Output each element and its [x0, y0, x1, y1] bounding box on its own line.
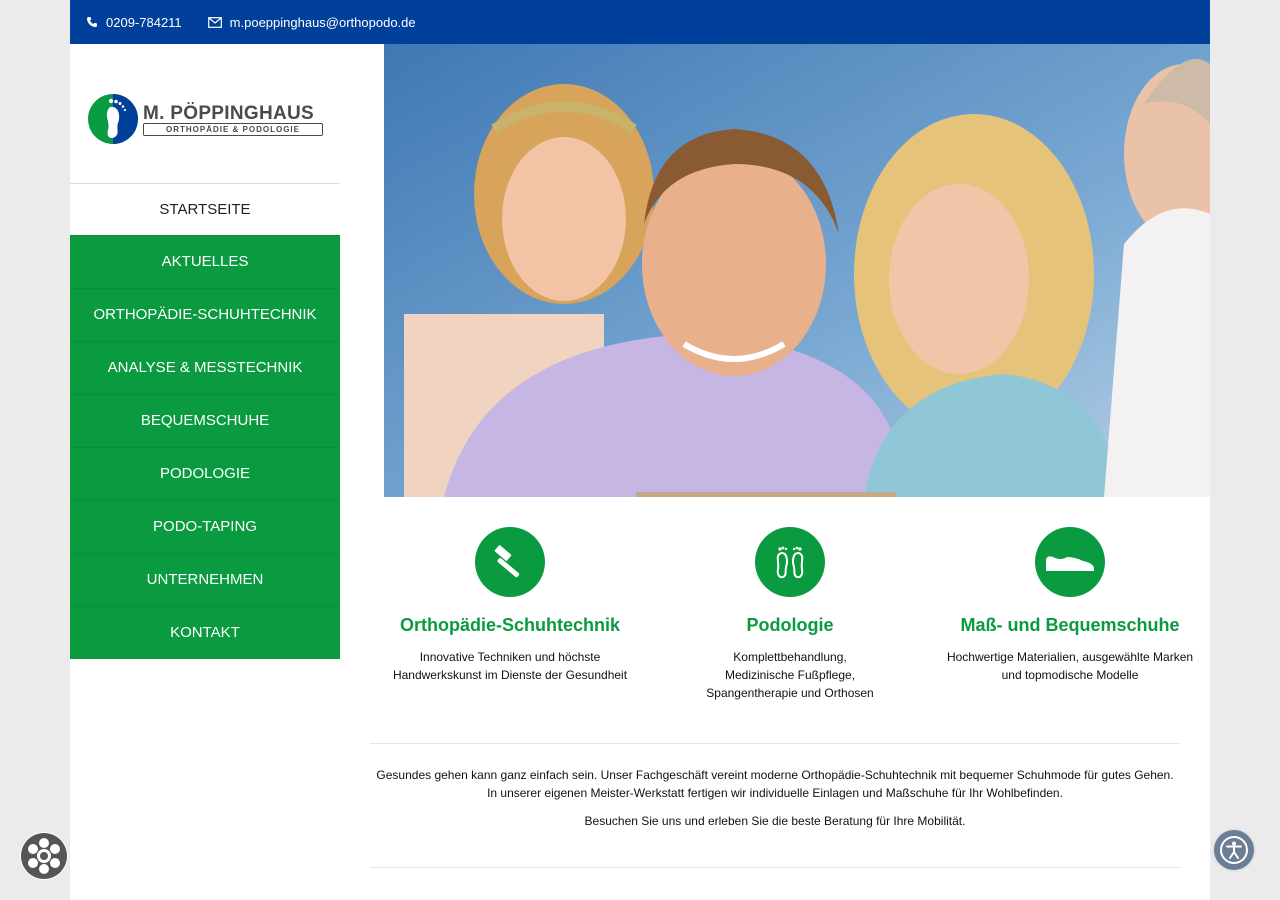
top-contact-bar: 0209-784211 m.poeppinghaus@orthopodo.de — [70, 0, 1210, 44]
email-contact[interactable]: m.poeppinghaus@orthopodo.de — [207, 14, 416, 30]
feature-icon-circle — [1035, 527, 1105, 597]
phone-contact[interactable]: 0209-784211 — [86, 15, 182, 30]
logo[interactable]: M. PÖPPINGHAUS ORTHOPÄDIE & PODOLOGIE — [70, 44, 340, 184]
hero-image — [384, 44, 1210, 497]
phone-number: 0209-784211 — [106, 14, 182, 30]
feature-podologie[interactable]: Podologie Komplettbehandlung, Medizinisch… — [650, 527, 930, 702]
feature-orthopaedie[interactable]: Orthopädie-Schuhtechnik Innovative Techn… — [370, 527, 650, 684]
hammer-icon — [494, 545, 520, 578]
logo-subtitle: ORTHOPÄDIE & PODOLOGIE — [143, 123, 323, 136]
hero-bottom-strip — [636, 492, 896, 497]
intro-line: In unserer eigenen Meister-Werkstatt fer… — [487, 786, 1063, 800]
email-address: m.poeppinghaus@orthopodo.de — [229, 14, 416, 30]
feature-icon-circle — [755, 527, 825, 597]
nav-item-bequemschuhe[interactable]: BEQUEMSCHUHE — [70, 394, 340, 447]
nav-item-aktuelles[interactable]: AKTUELLES — [70, 235, 340, 288]
feet-icon — [776, 546, 804, 579]
feature-icon-circle — [475, 527, 545, 597]
feature-text-line: Innovative Techniken und höchste — [419, 650, 601, 664]
page-content: M. PÖPPINGHAUS ORTHOPÄDIE & PODOLOGIE ST… — [70, 44, 1210, 900]
shoe-icon — [1046, 556, 1094, 571]
cookie-settings-button[interactable] — [20, 832, 68, 880]
feature-text-line: Medizinische Fußpflege, — [724, 668, 856, 682]
feature-text-line: Hochwertige Materialien, ausgewählte Mar… — [946, 650, 1194, 664]
nav-item-unternehmen[interactable]: UNTERNEHMEN — [70, 553, 340, 606]
accessibility-icon — [1220, 836, 1248, 864]
logo-name: M. PÖPPINGHAUS — [143, 103, 314, 124]
feature-title: Maß- und Bequemschuhe — [960, 615, 1180, 635]
feature-text-line: Komplettbehandlung, — [733, 650, 847, 664]
phone-icon — [87, 17, 97, 27]
feature-schuhe[interactable]: Maß- und Bequemschuhe Hochwertige Materi… — [930, 527, 1210, 684]
foot-logo-icon — [88, 94, 138, 144]
feature-text-line: Spangentherapie und Orthosen — [706, 686, 874, 700]
section-divider — [370, 743, 1180, 744]
nav-item-podo-taping[interactable]: PODO-TAPING — [70, 500, 340, 553]
nav-item-podologie[interactable]: PODOLOGIE — [70, 447, 340, 500]
sidebar: M. PÖPPINGHAUS ORTHOPÄDIE & PODOLOGIE ST… — [70, 44, 340, 659]
family-photo-illustration — [384, 44, 1210, 497]
intro-line: Besuchen Sie uns und erleben Sie die bes… — [584, 814, 966, 828]
feature-text-line: Handwerkskunst im Dienste der Gesundheit — [392, 668, 628, 682]
nav-item-kontakt[interactable]: KONTAKT — [70, 606, 340, 659]
nav-item-analyse-messtechnik[interactable]: ANALYSE & MESSTECHNIK — [70, 341, 340, 394]
section-divider — [370, 867, 1180, 868]
nav-item-orthopaedie-schuhtechnik[interactable]: ORTHOPÄDIE-SCHUHTECHNIK — [70, 288, 340, 341]
nav-item-startseite[interactable]: STARTSEITE — [70, 184, 340, 235]
feature-text-line: und topmodische Modelle — [1001, 668, 1139, 682]
accessibility-button[interactable] — [1212, 828, 1256, 872]
cookie-icon — [21, 833, 67, 879]
feature-title: Orthopädie-Schuhtechnik — [399, 615, 621, 635]
intro-line: Gesundes gehen kann ganz einfach sein. U… — [376, 768, 1174, 782]
intro-text: Gesundes gehen kann ganz einfach sein. U… — [370, 766, 1180, 840]
mail-icon — [207, 16, 222, 28]
feature-title: Podologie — [746, 615, 834, 635]
